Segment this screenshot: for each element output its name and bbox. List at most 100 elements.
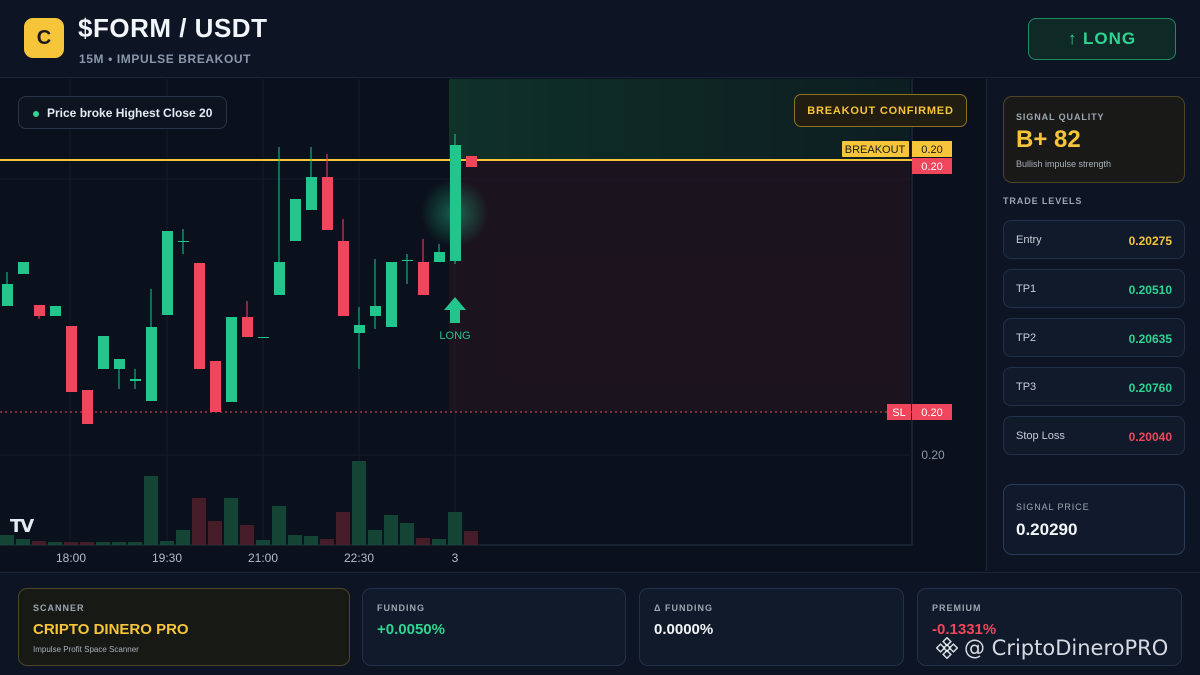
candle-body: [162, 231, 173, 315]
volume-bar: [368, 530, 382, 545]
candlestick-chart[interactable]: LONG BREAKOUT 0.20 0.20 SL 0.20 0.20 18:00 19:30…: [0, 79, 985, 571]
candle-body: [210, 361, 221, 412]
candle-body: [354, 325, 365, 333]
header-bar: C $FORM / USDT 15M • IMPULSE BREAKOUT ↑ …: [0, 0, 1200, 78]
breakout-tag-text: BREAKOUT: [845, 144, 906, 156]
candle-body: [306, 177, 317, 210]
candle-body: [338, 241, 349, 316]
candle-body: [466, 156, 477, 167]
time-tick-label: 21:00: [248, 551, 278, 565]
volume-bar: [400, 523, 414, 545]
scanner-desc: Impulse Profit Space Scanner: [33, 645, 139, 654]
volume-bar: [128, 542, 142, 545]
funding-value: +0.0050%: [377, 621, 445, 638]
candle-body: [226, 317, 237, 402]
candle-body: [418, 262, 429, 295]
signal-price-value: 0.20290: [1016, 520, 1078, 539]
candle-body: [178, 241, 189, 242]
candle-body: [114, 359, 125, 369]
timeframe-subtitle: 15M • IMPULSE BREAKOUT: [79, 52, 252, 66]
volume-bar: [464, 531, 478, 545]
level-value: 0.20510: [1128, 283, 1172, 297]
candle-body: [434, 252, 445, 262]
funding-label: FUNDING: [377, 603, 425, 613]
candle-body: [130, 379, 141, 381]
time-tick-label: 19:30: [152, 551, 182, 565]
pair-title: $FORM / USDT: [78, 13, 268, 43]
volume-bar: [208, 521, 222, 545]
binance-icon: [936, 637, 958, 659]
volume-bar: [256, 540, 270, 545]
candle-body: [66, 326, 77, 392]
level-tp2: TP2 0.20635: [1003, 318, 1185, 357]
premium-label: PREMIUM: [932, 603, 982, 613]
candle-body: [258, 337, 269, 338]
volume-bar: [320, 539, 334, 545]
candle-body: [274, 262, 285, 295]
volume-bar: [176, 530, 190, 545]
funding-card: FUNDING +0.0050%: [362, 588, 626, 666]
long-signal-button[interactable]: ↑ LONG: [1028, 18, 1176, 60]
candle-body: [322, 177, 333, 230]
sl-tag-text: SL: [892, 407, 905, 419]
current-price-text: 0.20: [921, 161, 942, 173]
candle-body: [18, 262, 29, 274]
sl-price-text: 0.20: [921, 407, 942, 419]
candle-body: [98, 336, 109, 369]
volume-bar: [304, 536, 318, 545]
scanner-card: SCANNER CRIPTO DINERO PRO Impulse Profit…: [18, 588, 350, 666]
signal-quality-label: SIGNAL QUALITY: [1016, 112, 1105, 122]
volume-bar: [80, 542, 94, 545]
signal-quality-card: SIGNAL QUALITY B+ 82 Bullish impulse str…: [1003, 96, 1185, 183]
candle-body: [194, 263, 205, 369]
volume-bar: [224, 498, 238, 545]
signal-quality-desc: Bullish impulse strength: [1016, 159, 1112, 169]
candle-body: [50, 306, 61, 316]
level-name: Stop Loss: [1016, 430, 1065, 442]
candle-body: [146, 327, 157, 401]
volume-bar: [384, 515, 398, 545]
candle-body: [370, 306, 381, 316]
delta-funding-value: 0.0000%: [654, 621, 714, 638]
level-value: 0.20760: [1128, 381, 1172, 395]
level-tp3: TP3 0.20760: [1003, 367, 1185, 406]
candle-body: [82, 390, 93, 424]
time-tick-label: 18:00: [56, 551, 86, 565]
risk-zone: [449, 160, 910, 412]
level-value: 0.20275: [1128, 234, 1172, 248]
volume-bar: [48, 542, 62, 545]
price-chart[interactable]: LONG BREAKOUT 0.20 0.20 SL 0.20 0.20 18:00 19:30…: [0, 79, 985, 571]
volume-bar: [240, 525, 254, 545]
breakout-confirmed-badge: BREAKOUT CONFIRMED: [794, 94, 967, 127]
volume-bar: [64, 542, 78, 545]
level-name: Entry: [1016, 234, 1042, 246]
volume-bar: [336, 512, 350, 545]
signal-price-label: SIGNAL PRICE: [1016, 502, 1090, 512]
volume-bar: [96, 542, 110, 545]
level-entry: Entry 0.20275: [1003, 220, 1185, 259]
scanner-label: SCANNER: [33, 603, 85, 613]
signal-quality-value: B+ 82: [1016, 126, 1081, 153]
level-tp1: TP1 0.20510: [1003, 269, 1185, 308]
volume-bar: [272, 506, 286, 545]
volume-bar: [432, 539, 446, 545]
delta-funding-label: Δ FUNDING: [654, 603, 713, 613]
signal-glow: [421, 179, 489, 247]
volume-bar: [448, 512, 462, 545]
chart-legend: Price broke Highest Close 20: [18, 96, 228, 129]
level-name: TP2: [1016, 332, 1037, 344]
scanner-value: CRIPTO DINERO PRO: [33, 621, 189, 638]
app-logo: C: [24, 18, 64, 58]
volume-bar: [32, 541, 46, 545]
time-tick-label: 3: [452, 551, 459, 565]
volume-bar: [416, 538, 430, 545]
volume-bar: [192, 498, 206, 545]
volume-bar: [288, 535, 302, 545]
candle-body: [2, 284, 13, 306]
candle-body: [402, 260, 413, 261]
level-name: TP3: [1016, 381, 1037, 393]
level-stop-loss: Stop Loss 0.20040: [1003, 416, 1185, 455]
volume-bar: [352, 461, 366, 545]
volume-bar: [112, 542, 126, 545]
signal-price-card: SIGNAL PRICE 0.20290: [1003, 484, 1185, 555]
